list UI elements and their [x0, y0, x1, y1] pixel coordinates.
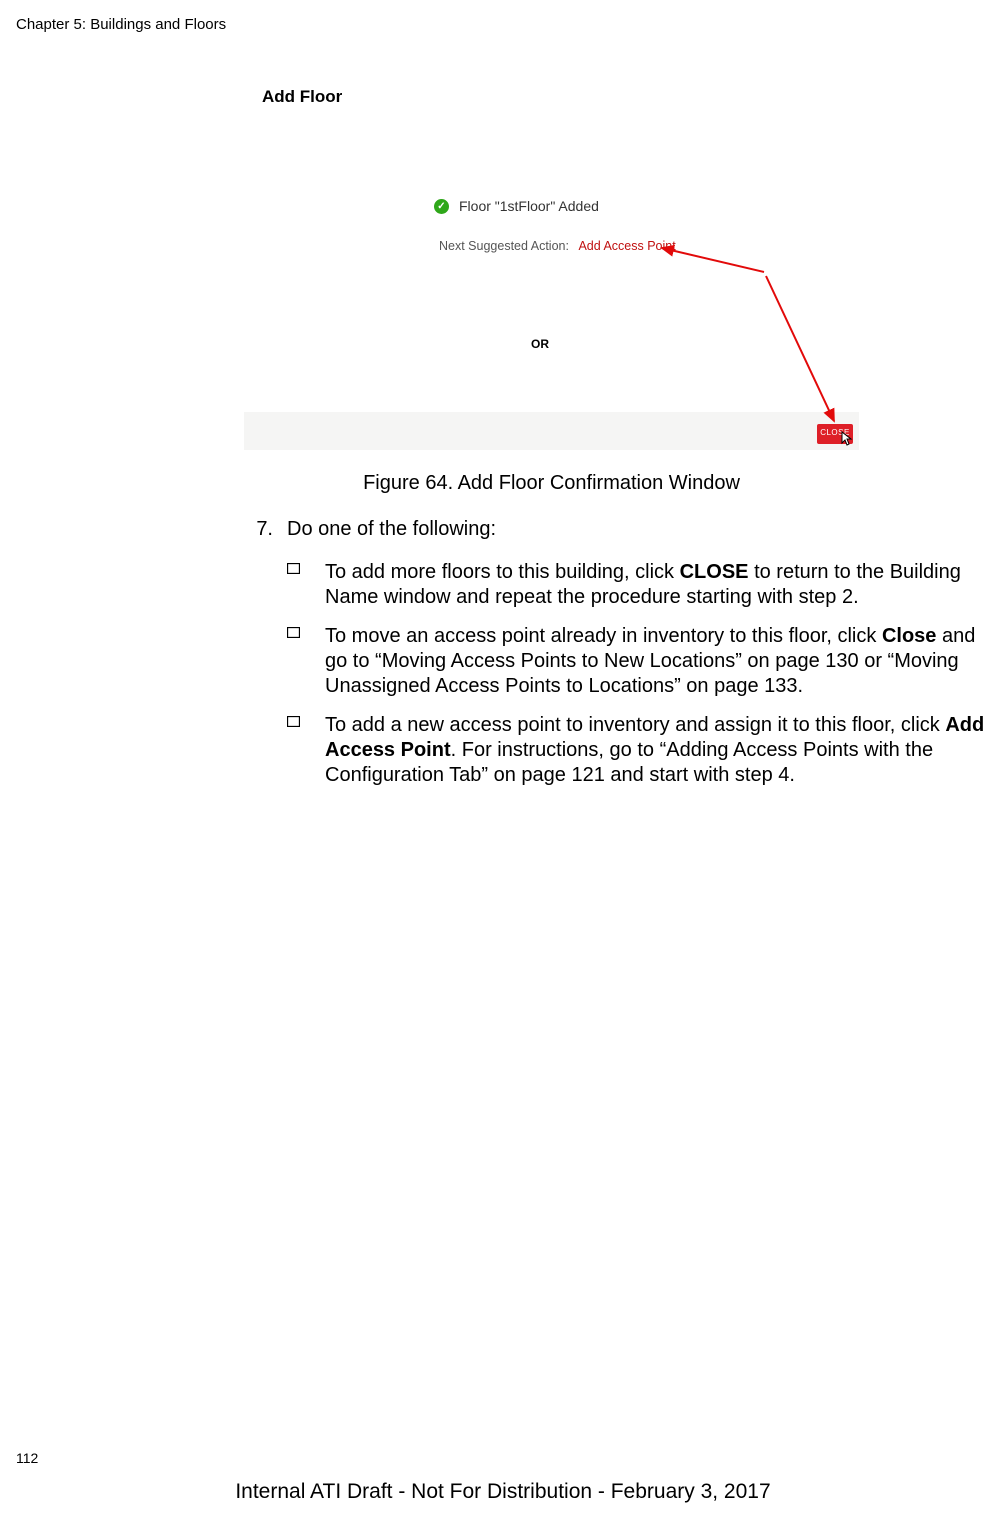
bullet-box-icon	[287, 560, 325, 610]
content-area: Add Floor ✓ Floor "1stFloor" Added Next …	[239, 76, 999, 802]
bullet-text: To add more floors to this building, cli…	[325, 560, 999, 610]
step-number: 7.	[239, 517, 287, 542]
bullet-item: To move an access point already in inven…	[287, 624, 999, 699]
bullet-item: To add a new access point to inventory a…	[287, 713, 999, 788]
bullet-item: To add more floors to this building, cli…	[287, 560, 999, 610]
step-text: Do one of the following:	[287, 517, 496, 542]
or-text: OR	[531, 337, 549, 351]
page-number: 112	[16, 1450, 38, 1466]
dialog-title: Add Floor	[262, 87, 342, 107]
add-access-point-link[interactable]: Add Access Point	[578, 239, 675, 253]
cursor-icon	[841, 431, 855, 450]
bullet-text: To add a new access point to inventory a…	[325, 713, 999, 788]
chapter-header: Chapter 5: Buildings and Floors	[16, 16, 226, 33]
figure-caption: Figure 64. Add Floor Confirmation Window	[244, 472, 859, 495]
annotation-arrows	[244, 76, 859, 450]
added-message-row: ✓ Floor "1stFloor" Added	[434, 198, 599, 214]
confirmation-window-screenshot: Add Floor ✓ Floor "1stFloor" Added Next …	[244, 76, 859, 450]
dialog-footer-bar: CLOSE	[244, 412, 859, 450]
suggested-action-row: Next Suggested Action: Add Access Point	[439, 239, 676, 253]
bullet-list: To add more floors to this building, cli…	[287, 560, 999, 788]
bullet-text: To move an access point already in inven…	[325, 624, 999, 699]
suggested-label: Next Suggested Action:	[439, 239, 569, 253]
check-circle-icon: ✓	[434, 199, 449, 214]
draft-footer: Internal ATI Draft - Not For Distributio…	[0, 1480, 1006, 1504]
step-7: 7. Do one of the following:	[239, 517, 999, 542]
bullet-box-icon	[287, 713, 325, 788]
added-message-text: Floor "1stFloor" Added	[459, 198, 599, 214]
bullet-box-icon	[287, 624, 325, 699]
